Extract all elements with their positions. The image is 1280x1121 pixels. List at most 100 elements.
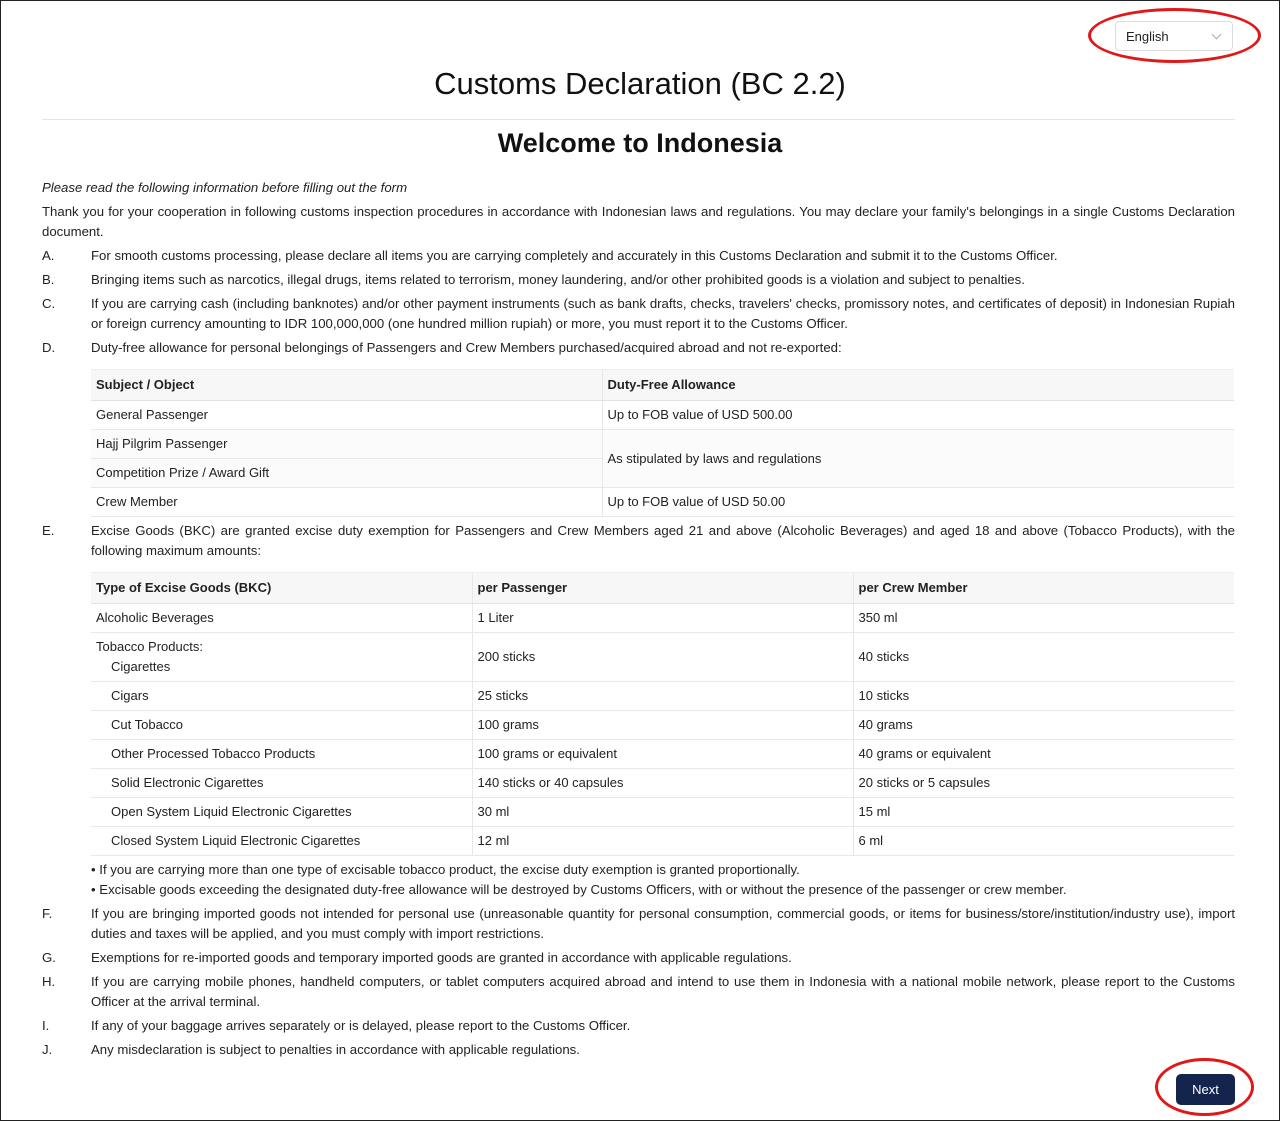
title-divider <box>42 119 1235 120</box>
table-cell-text: Solid Electronic Cigarettes <box>111 775 264 790</box>
table-row: Other Processed Tobacco Products 100 gra… <box>91 739 1234 769</box>
table-cell: Other Processed Tobacco Products <box>91 739 472 769</box>
table-row: Cut Tobacco 100 grams 40 grams <box>91 710 1234 740</box>
list-letter: F. <box>42 906 53 921</box>
list-item-e: E. Excise Goods (BKC) are granted excise… <box>42 521 1235 561</box>
list-text: Bringing items such as narcotics, illega… <box>91 272 1025 287</box>
table-cell: 1 Liter <box>471 603 853 633</box>
table-cell: Alcoholic Beverages <box>91 603 472 633</box>
list-item-b: B. Bringing items such as narcotics, ill… <box>42 270 1235 290</box>
table-header: Subject / Object <box>91 369 602 401</box>
list-letter: C. <box>42 296 56 311</box>
page-title: Customs Declaration (BC 2.2) <box>434 66 846 101</box>
list-letter: B. <box>42 272 55 287</box>
list-text: If you are bringing imported goods not i… <box>91 906 1235 941</box>
list-item-a: A. For smooth customs processing, please… <box>42 246 1235 266</box>
table-cell: 100 grams <box>471 710 853 740</box>
page-subtitle: Welcome to Indonesia <box>497 128 783 158</box>
list-letter: D. <box>42 340 56 355</box>
table-cell: As stipulated by laws and regulations <box>601 429 1234 488</box>
table-cell-text: Closed System Liquid Electronic Cigarett… <box>111 833 361 848</box>
list-text: Duty-free allowance for personal belongi… <box>91 340 842 355</box>
list-item-c: C. If you are carrying cash (including b… <box>42 294 1235 334</box>
table-cell: 30 ml <box>471 797 853 827</box>
declaration-content: Please read the following information be… <box>42 178 1235 1064</box>
table-row: Tobacco Products: Cigarettes 200 sticks … <box>91 632 1234 682</box>
list-item-h: H. If you are carrying mobile phones, ha… <box>42 972 1235 1012</box>
table-header-row: Type of Excise Goods (BKC) per Passenger… <box>91 572 1234 604</box>
table-cell-text: Cigarettes <box>111 659 171 674</box>
table-cell: 20 sticks or 5 capsules <box>852 768 1234 798</box>
table-row: Open System Liquid Electronic Cigarettes… <box>91 797 1234 827</box>
list-item-f: F. If you are bringing imported goods no… <box>42 904 1235 944</box>
table-cell: 200 sticks <box>471 632 853 682</box>
table-cell: Tobacco Products: Cigarettes <box>91 632 472 682</box>
tobacco-products-label: Tobacco Products: <box>96 639 203 654</box>
table-cell-text: Other Processed Tobacco Products <box>111 746 316 761</box>
table-cell: Solid Electronic Cigarettes <box>91 768 472 798</box>
list-text: If any of your baggage arrives separatel… <box>91 1018 631 1033</box>
table-header-row: Subject / Object Duty-Free Allowance <box>91 369 1234 401</box>
highlight-ring-next <box>1155 1058 1254 1116</box>
list-text: Any misdeclaration is subject to penalti… <box>91 1042 580 1057</box>
excise-note: • Excisable goods exceeding the designat… <box>91 882 1067 897</box>
table-cell: 40 sticks <box>852 632 1234 682</box>
excise-goods-table: Type of Excise Goods (BKC) per Passenger… <box>91 572 1234 856</box>
table-header: Duty-Free Allowance <box>601 369 1234 401</box>
table-cell: Cut Tobacco <box>91 710 472 740</box>
intro-text: Thank you for your cooperation in follow… <box>42 204 1235 239</box>
table-cell: 15 ml <box>852 797 1234 827</box>
table-header: per Passenger <box>471 572 853 604</box>
table-cell-text: Open System Liquid Electronic Cigarettes <box>111 804 352 819</box>
table-cell: Competition Prize / Award Gift <box>91 458 602 488</box>
list-text: If you are carrying cash (including bank… <box>91 296 1235 331</box>
list-text: Exemptions for re-imported goods and tem… <box>91 950 792 965</box>
table-cell: Up to FOB value of USD 500.00 <box>601 400 1234 430</box>
table-cell: 140 sticks or 40 capsules <box>471 768 853 798</box>
list-item-g: G. Exemptions for re-imported goods and … <box>42 948 1235 968</box>
table-row: Crew Member Up to FOB value of USD 50.00 <box>91 487 1234 517</box>
excise-notes: • If you are carrying more than one type… <box>91 860 1235 900</box>
table-cell: Open System Liquid Electronic Cigarettes <box>91 797 472 827</box>
duty-free-allowance-table: Subject / Object Duty-Free Allowance Gen… <box>91 369 1234 517</box>
excise-note: • If you are carrying more than one type… <box>91 862 800 877</box>
table-cell: 25 sticks <box>471 681 853 711</box>
table-cell: 6 ml <box>852 826 1234 856</box>
intro-note: Please read the following information be… <box>42 180 408 195</box>
table-cell: 10 sticks <box>852 681 1234 711</box>
list-text: For smooth customs processing, please de… <box>91 248 1058 263</box>
list-letter: J. <box>42 1042 53 1057</box>
table-cell: Crew Member <box>91 487 602 517</box>
table-row: General Passenger Up to FOB value of USD… <box>91 400 1234 430</box>
list-text: If you are carrying mobile phones, handh… <box>91 974 1235 1009</box>
list-item-i: I. If any of your baggage arrives separa… <box>42 1016 1235 1036</box>
table-row: Alcoholic Beverages 1 Liter 350 ml <box>91 603 1234 633</box>
table-cell-text: Cigars <box>111 688 149 703</box>
table-cell: Up to FOB value of USD 50.00 <box>601 487 1234 517</box>
table-cell: Hajj Pilgrim Passenger <box>91 429 602 459</box>
table-cell: 100 grams or equivalent <box>471 739 853 769</box>
table-header: per Crew Member <box>852 572 1234 604</box>
list-letter: E. <box>42 523 55 538</box>
table-row: Solid Electronic Cigarettes 140 sticks o… <box>91 768 1234 798</box>
table-row: Hajj Pilgrim Passenger As stipulated by … <box>91 429 1234 488</box>
table-row: Cigars 25 sticks 10 sticks <box>91 681 1234 711</box>
highlight-ring-language <box>1088 8 1261 63</box>
list-letter: H. <box>42 974 56 989</box>
list-letter: G. <box>42 950 56 965</box>
table-cell: 350 ml <box>852 603 1234 633</box>
table-cell: General Passenger <box>91 400 602 430</box>
table-header: Type of Excise Goods (BKC) <box>91 572 472 604</box>
list-item-j: J. Any misdeclaration is subject to pena… <box>42 1040 1235 1060</box>
list-text: Excise Goods (BKC) are granted excise du… <box>91 523 1235 558</box>
table-row: Closed System Liquid Electronic Cigarett… <box>91 826 1234 856</box>
table-cell: Cigars <box>91 681 472 711</box>
table-cell: 40 grams <box>852 710 1234 740</box>
list-item-d: D. Duty-free allowance for personal belo… <box>42 338 1235 358</box>
table-cell: 12 ml <box>471 826 853 856</box>
list-letter: A. <box>42 248 55 263</box>
table-cell: 40 grams or equivalent <box>852 739 1234 769</box>
table-cell-text: Cut Tobacco <box>111 717 184 732</box>
table-cell: Closed System Liquid Electronic Cigarett… <box>91 826 472 856</box>
list-letter: I. <box>42 1018 50 1033</box>
